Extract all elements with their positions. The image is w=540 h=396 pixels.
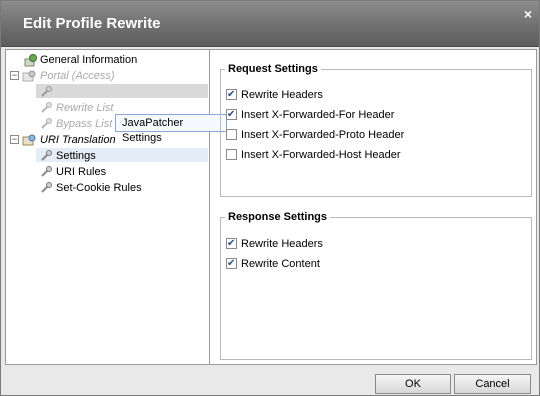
navigation-tree: General Information − Portal (Access) Re…	[6, 50, 227, 364]
ok-button[interactable]: OK	[375, 374, 451, 394]
request-settings-legend: Request Settings	[225, 63, 321, 75]
settings-icon	[41, 86, 52, 97]
response-settings-legend: Response Settings	[225, 211, 331, 223]
x-forwarded-proto-checkbox[interactable]	[226, 129, 237, 140]
tree-item-label: Bypass List	[56, 118, 113, 130]
rewrite-content-checkbox[interactable]	[226, 256, 237, 272]
collapse-icon[interactable]: −	[10, 135, 19, 144]
tree-item-label: URI Translation	[40, 134, 116, 146]
settings-icon	[41, 166, 52, 177]
checkbox-label: Insert X-Forwarded-Proto Header	[241, 129, 405, 141]
tree-item-label: Set-Cookie Rules	[56, 182, 142, 194]
x-forwarded-for-checkbox[interactable]	[226, 107, 237, 123]
checkbox-label: Rewrite Content	[241, 258, 320, 270]
dialog-titlebar[interactable]: Edit Profile Rewrite ×	[1, 1, 539, 47]
folder-settings-icon	[22, 70, 36, 82]
x-forwarded-host-checkbox[interactable]	[226, 149, 237, 160]
checkbox-label: Insert X-Forwarded-Host Header	[241, 149, 401, 161]
checkbox-label: Insert X-Forwarded-For Header	[241, 109, 395, 121]
checkbox-label: Rewrite Headers	[241, 89, 323, 101]
tree-item-label: Portal (Access)	[40, 70, 115, 82]
tree-item-label: Rewrite List	[56, 102, 114, 114]
response-rewrite-headers-checkbox[interactable]	[226, 236, 237, 252]
rewrite-headers-checkbox[interactable]	[226, 87, 237, 103]
dialog-content: General Information − Portal (Access) Re…	[5, 49, 537, 365]
cancel-button[interactable]: Cancel	[454, 374, 531, 394]
tree-item-label: Settings	[56, 150, 96, 162]
settings-icon	[41, 102, 52, 113]
settings-icon	[41, 118, 52, 129]
dialog-title: Edit Profile Rewrite	[23, 15, 161, 32]
tree-item-label: General Information	[40, 54, 138, 66]
settings-icon	[24, 54, 37, 67]
settings-icon	[41, 150, 52, 161]
collapse-icon[interactable]: −	[10, 71, 19, 80]
tree-item-label: URI Rules	[56, 166, 107, 178]
tree-tooltip: JavaPatcher	[115, 114, 227, 132]
close-icon[interactable]: ×	[524, 6, 532, 22]
folder-settings-icon	[22, 134, 36, 146]
tree-tooltip-subtitle: Settings	[122, 132, 162, 144]
checkbox-label: Rewrite Headers	[241, 238, 323, 250]
selected-row-highlight	[36, 84, 208, 98]
settings-icon	[41, 182, 52, 193]
edit-profile-rewrite-dialog: Edit Profile Rewrite × General Informati…	[0, 0, 540, 396]
